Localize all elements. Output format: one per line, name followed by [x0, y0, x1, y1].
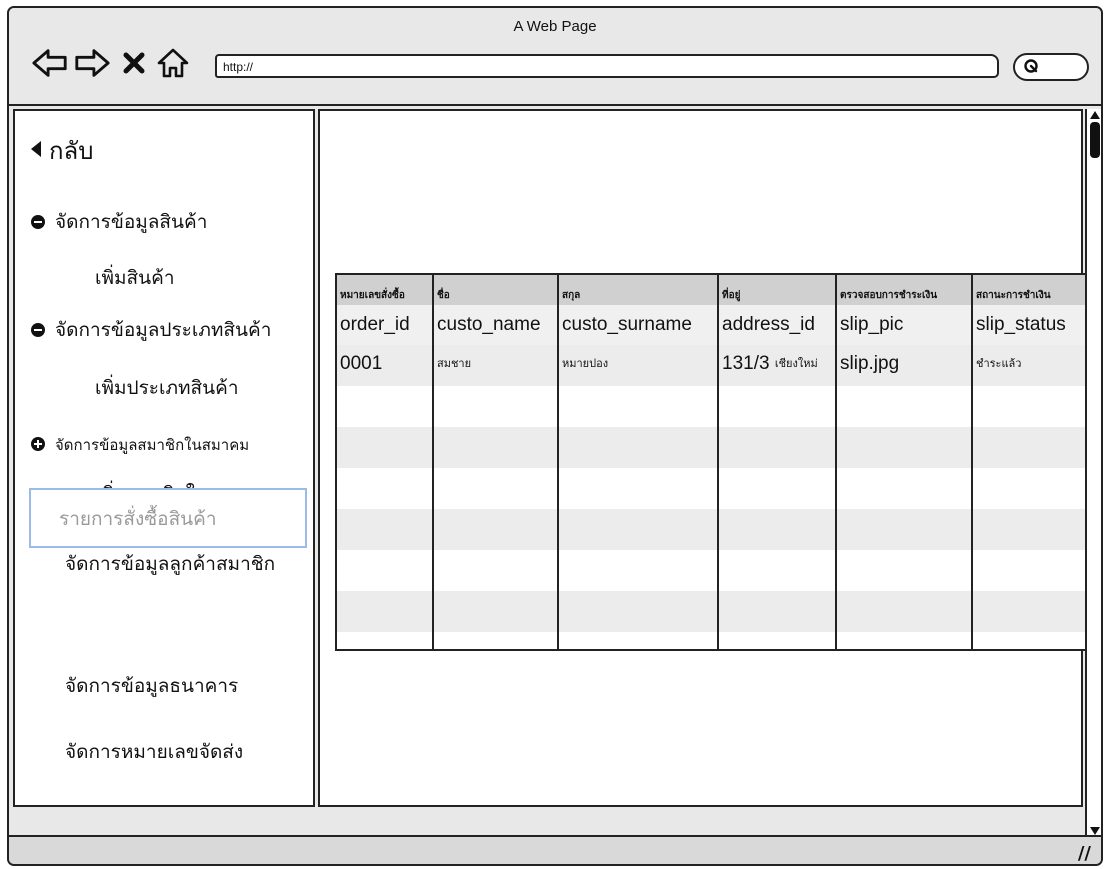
minus-circle-icon — [31, 215, 45, 229]
table-header-thai: หมายเลขสั่งซื้อ ชื่อ สกุล ที่อยู่ ตรวจสอ… — [337, 275, 1091, 305]
field-name: custo_name — [432, 305, 558, 345]
column-header: หมายเลขสั่งซื้อ — [337, 275, 433, 305]
url-input[interactable] — [217, 57, 997, 77]
vertical-scrollbar[interactable] — [1085, 109, 1101, 839]
status-bar: // — [9, 837, 1101, 864]
plus-circle-icon — [31, 437, 45, 451]
home-button[interactable] — [155, 46, 191, 80]
search-button[interactable] — [1013, 53, 1089, 81]
sidebar-item-label: รายการสั่งซื้อสินค้า — [59, 508, 217, 530]
forward-arrow-icon — [75, 49, 110, 77]
stop-button[interactable] — [121, 46, 147, 80]
sidebar-item-label: จัดการข้อมูลสมาชิกในสมาคม — [55, 436, 250, 454]
window-title: A Web Page — [513, 18, 597, 35]
close-icon — [123, 52, 145, 74]
sidebar-menu: กลับ จัดการข้อมูลสินค้า เพิ่มสินค้า จัดก… — [13, 109, 315, 807]
cell-order-id: 0001 — [337, 345, 433, 386]
field-name: slip_status — [971, 305, 1091, 345]
table-header-fields: order_id custo_name custo_surname addres… — [337, 305, 1091, 345]
sidebar-item-label: จัดการข้อมูลประเภทสินค้า — [55, 319, 272, 341]
sidebar-item-label: เพิ่มสินค้า — [95, 267, 175, 289]
browser-window: A Web Page http:// กลับ จัดการข้อมูลสินค… — [7, 6, 1103, 866]
sidebar-item-label: จัดการข้อมูลธนาคาร — [65, 675, 239, 697]
sidebar-item-manage-members[interactable]: จัดการข้อมูลสมาชิกในสมาคม — [31, 433, 249, 457]
table-row — [337, 591, 1091, 632]
column-header: สกุล — [557, 275, 718, 305]
table-row[interactable]: 0001 สมชาย หมายปอง 131/3 เชียงใหม่ slip.… — [337, 345, 1091, 386]
column-header: ที่อยู่ — [717, 275, 836, 305]
forward-button[interactable] — [73, 46, 111, 80]
column-header: ชื่อ — [432, 275, 558, 305]
table-row — [337, 386, 1091, 427]
scroll-down-arrow-icon[interactable] — [1090, 827, 1100, 835]
sidebar-item-label: จัดการข้อมูลลูกค้าสมาชิก — [65, 553, 276, 575]
back-button[interactable] — [31, 46, 69, 80]
table-row — [337, 550, 1091, 591]
sidebar-item-label: เพิ่มประเภทสินค้า — [95, 377, 239, 399]
resize-grip-icon[interactable]: // — [1078, 843, 1091, 864]
main-content: หมายเลขสั่งซื้อ ชื่อ สกุล ที่อยู่ ตรวจสอ… — [318, 109, 1093, 807]
table-row — [337, 468, 1091, 509]
sidebar-item-add-product[interactable]: เพิ่มสินค้า — [95, 263, 175, 293]
toolbar-divider — [9, 104, 1101, 106]
sidebar-item-manage-products[interactable]: จัดการข้อมูลสินค้า — [31, 207, 207, 237]
table-row — [337, 632, 1091, 649]
sidebar-item-manage-customers[interactable]: จัดการข้อมูลลูกค้าสมาชิก — [65, 549, 275, 579]
back-arrow-icon — [32, 49, 67, 77]
field-name: custo_surname — [557, 305, 718, 345]
cell-slip-pic[interactable]: slip.jpg — [835, 345, 972, 386]
triangle-left-icon — [31, 141, 41, 157]
sidebar-item-add-category[interactable]: เพิ่มประเภทสินค้า — [95, 373, 239, 403]
minus-circle-icon — [31, 323, 45, 337]
search-icon — [1024, 59, 1038, 73]
field-name: slip_pic — [835, 305, 972, 345]
field-name: address_id — [717, 305, 836, 345]
home-icon — [157, 48, 189, 78]
orders-table: หมายเลขสั่งซื้อ ชื่อ สกุล ที่อยู่ ตรวจสอ… — [335, 273, 1093, 651]
back-link-label: กลับ — [49, 137, 94, 165]
sidebar-item-manage-categories[interactable]: จัดการข้อมูลประเภทสินค้า — [31, 315, 271, 345]
cell-name: สมชาย — [432, 345, 558, 386]
url-field[interactable] — [215, 54, 999, 78]
table-row — [337, 427, 1091, 468]
column-header: ตรวจสอบการชำระเงิน — [835, 275, 972, 305]
sidebar-item-label: จัดการข้อมูลสินค้า — [55, 211, 208, 233]
cell-slip-status: ชำระแล้ว — [971, 345, 1091, 386]
scroll-thumb[interactable] — [1090, 122, 1100, 158]
cell-surname: หมายปอง — [557, 345, 718, 386]
back-link[interactable]: กลับ — [31, 131, 93, 170]
sidebar-item-manage-banks[interactable]: จัดการข้อมูลธนาคาร — [65, 671, 238, 701]
table-row — [337, 509, 1091, 550]
sidebar-item-label: จัดการหมายเลขจัดส่ง — [65, 741, 244, 763]
column-header: สถานะการชำเงิน — [971, 275, 1091, 305]
field-name: order_id — [337, 305, 433, 345]
title-bar: A Web Page — [9, 8, 1101, 106]
scroll-up-arrow-icon[interactable] — [1090, 111, 1100, 119]
cell-address: 131/3 เชียงใหม่ — [717, 345, 836, 386]
sidebar-item-orders-selected[interactable]: รายการสั่งซื้อสินค้า — [29, 488, 307, 548]
sidebar-item-manage-tracking[interactable]: จัดการหมายเลขจัดส่ง — [65, 737, 243, 767]
